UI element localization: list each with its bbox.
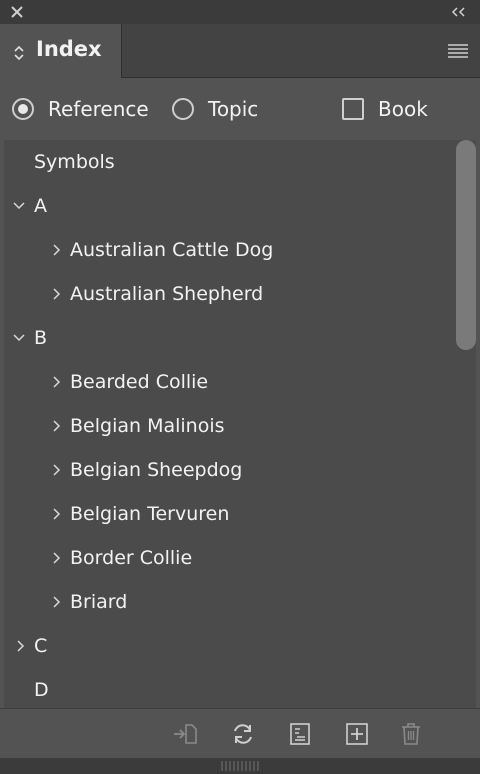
book-option[interactable]: Book [342, 78, 428, 140]
index-entries-list[interactable]: Symbols A Australian Cattle Dog Australi… [4, 140, 455, 708]
new-entry-icon[interactable] [344, 721, 370, 747]
entry-label: Belgian Tervuren [70, 503, 230, 525]
list-item[interactable]: Symbols [4, 140, 455, 184]
list-item[interactable]: Belgian Tervuren [4, 492, 455, 536]
tab-index[interactable]: Index [0, 24, 122, 78]
panel-resize-gripper[interactable] [0, 758, 480, 774]
list-item[interactable]: Belgian Sheepdog [4, 448, 455, 492]
chevron-right-icon[interactable] [14, 639, 28, 653]
list-item[interactable]: Border Collie [4, 536, 455, 580]
chevron-right-icon[interactable] [50, 419, 64, 433]
topic-radio[interactable] [172, 98, 194, 120]
list-item[interactable]: Australian Shepherd [4, 272, 455, 316]
chevron-right-icon[interactable] [50, 463, 64, 477]
close-icon[interactable] [8, 3, 26, 21]
chevron-down-icon[interactable] [12, 199, 26, 213]
chevron-right-icon[interactable] [50, 243, 64, 257]
entry-label: Border Collie [70, 547, 193, 569]
reference-radio[interactable] [12, 98, 34, 120]
list-item[interactable]: D [4, 668, 455, 708]
chevron-right-icon[interactable] [50, 507, 64, 521]
entry-label: Belgian Malinois [70, 415, 225, 437]
entry-label: Australian Shepherd [70, 283, 264, 305]
list-item[interactable]: A [4, 184, 455, 228]
entry-label: Briard [70, 591, 128, 613]
refresh-icon[interactable] [230, 721, 256, 747]
chevron-right-icon[interactable] [50, 287, 64, 301]
entry-label: C [34, 635, 48, 657]
reference-option[interactable]: Reference [12, 78, 149, 140]
panel-titlebar [0, 0, 480, 24]
panel-tabbar: Index [0, 24, 480, 78]
chevron-right-icon[interactable] [50, 595, 64, 609]
entry-label: Belgian Sheepdog [70, 459, 243, 481]
list-item[interactable]: Briard [4, 580, 455, 624]
chevron-right-icon[interactable] [50, 551, 64, 565]
hamburger-menu-icon[interactable] [448, 43, 468, 59]
entry-label: B [34, 327, 48, 349]
list-item[interactable]: Australian Cattle Dog [4, 228, 455, 272]
reference-label: Reference [48, 97, 149, 121]
panel-toolbar [0, 708, 480, 759]
list-item[interactable]: C [4, 624, 455, 668]
book-label: Book [378, 97, 428, 121]
entry-label: Bearded Collie [70, 371, 209, 393]
list-item[interactable]: B [4, 316, 455, 360]
book-checkbox[interactable] [342, 98, 364, 120]
gripper-lines-icon [221, 761, 259, 771]
list-item[interactable]: Belgian Malinois [4, 404, 455, 448]
topic-option[interactable]: Topic [172, 78, 258, 140]
chevron-right-icon[interactable] [50, 375, 64, 389]
index-type-options: Reference Topic Book [0, 78, 480, 140]
double-chevron-left-icon[interactable] [448, 3, 470, 21]
updown-arrows-icon[interactable] [13, 45, 25, 61]
go-to-selected-marker-icon[interactable] [172, 721, 198, 747]
vertical-scrollbar[interactable] [455, 140, 476, 708]
entry-label: Symbols [34, 151, 115, 173]
topic-label: Topic [208, 97, 259, 121]
entry-label: Australian Cattle Dog [70, 239, 274, 261]
generate-index-icon[interactable] [287, 721, 313, 747]
entry-label: A [34, 195, 47, 217]
chevron-down-icon[interactable] [12, 331, 26, 345]
tab-label: Index [36, 37, 102, 61]
scrollbar-thumb[interactable] [456, 140, 476, 350]
trash-icon[interactable] [398, 721, 424, 747]
entry-label: D [34, 679, 49, 701]
list-item[interactable]: Bearded Collie [4, 360, 455, 404]
